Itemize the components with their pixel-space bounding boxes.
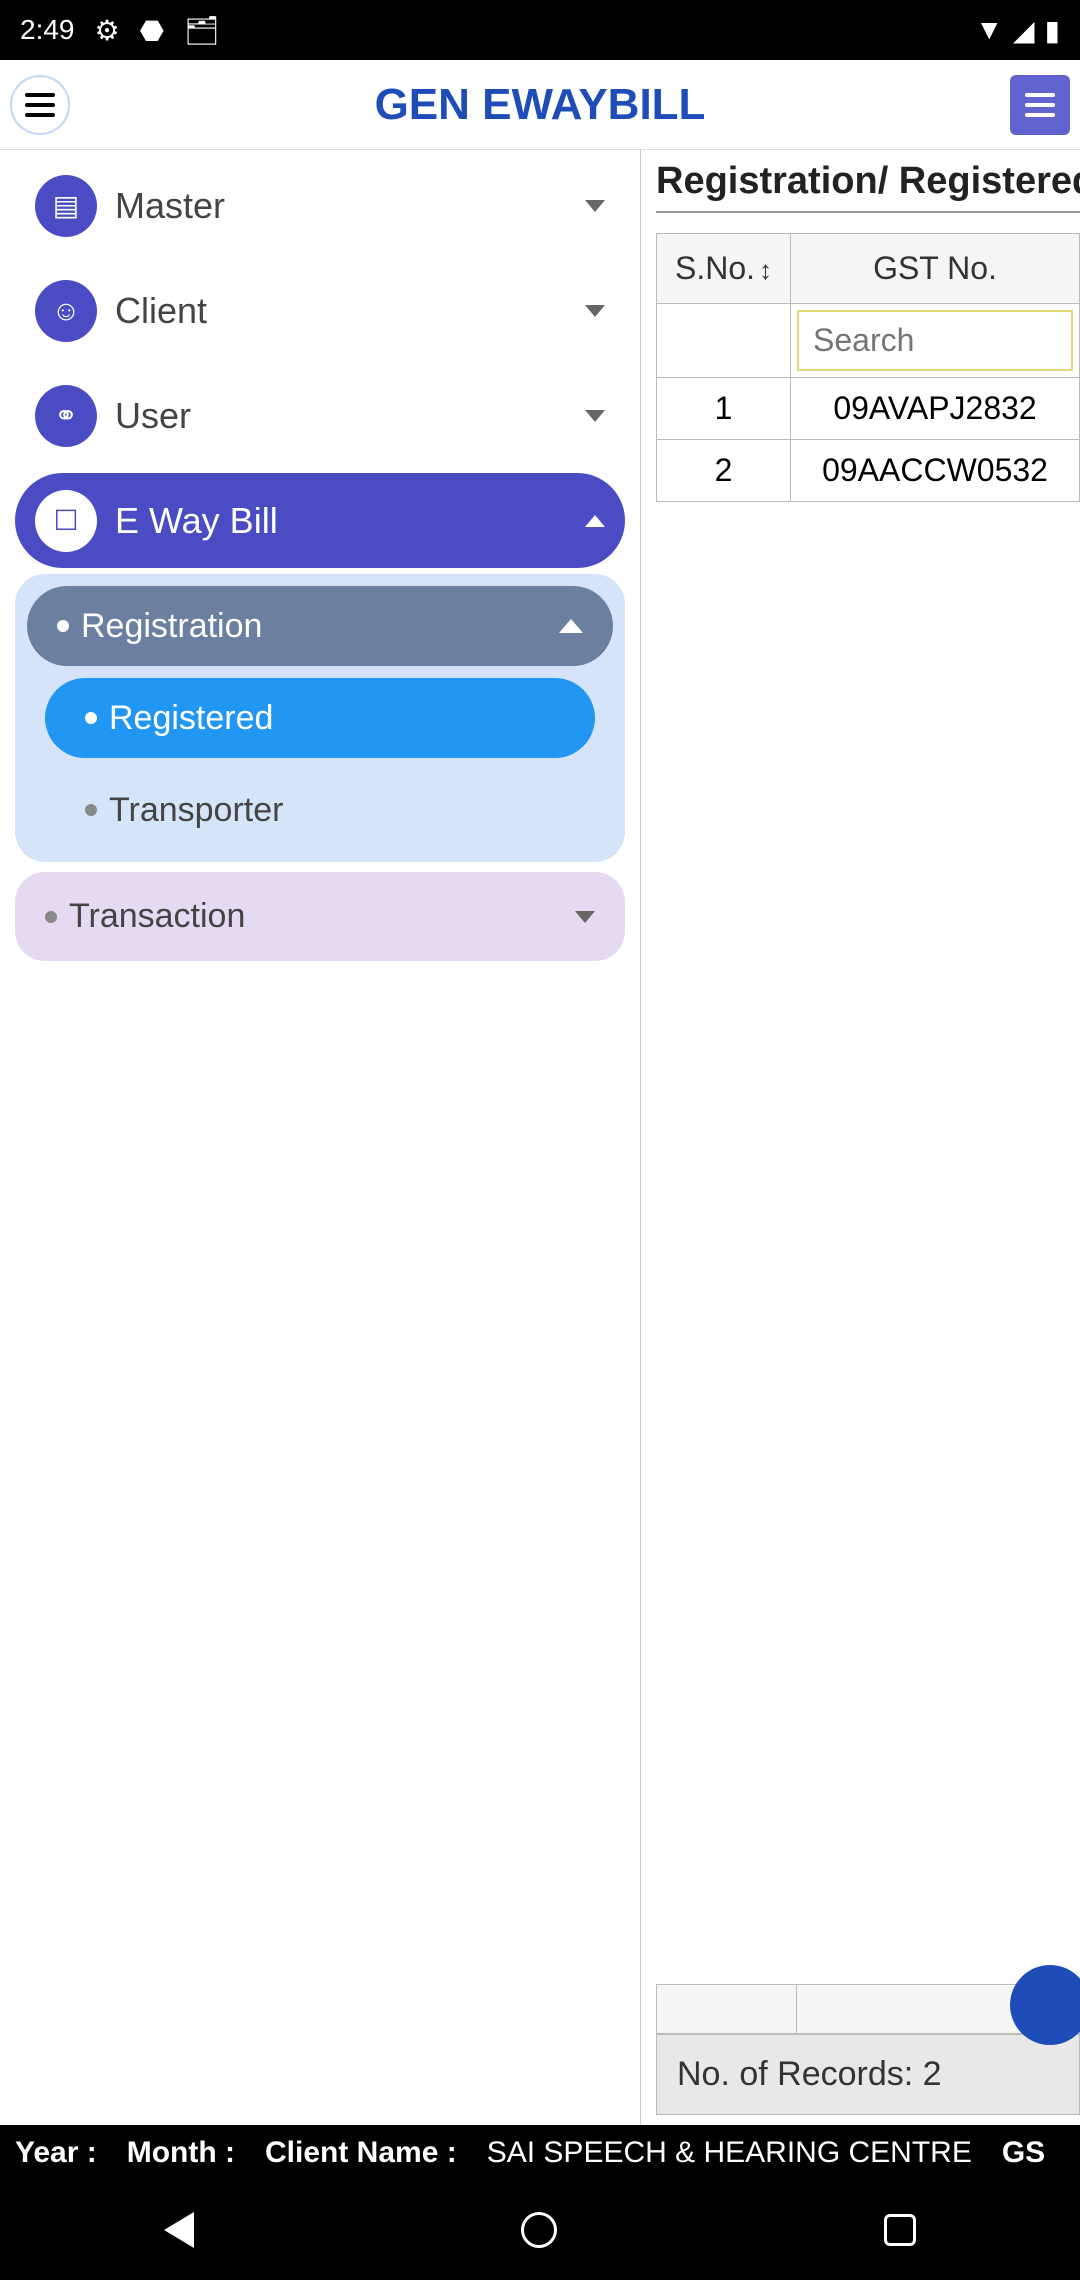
sidebar-item-client[interactable]: ☺ Client [15, 263, 625, 358]
column-header-sno[interactable]: S.No.↕ [657, 234, 791, 304]
sidebar-item-ewaybill[interactable]: ☐ E Way Bill [15, 473, 625, 568]
client-name-label: Client Name : [265, 2136, 457, 2170]
chevron-down-icon [585, 200, 605, 212]
battery-icon: ▮ [1045, 14, 1060, 47]
cell-sno: 2 [657, 440, 791, 502]
system-nav-bar [0, 2180, 1080, 2280]
bullet-icon [85, 804, 97, 816]
submenu-item-label: Registered [109, 699, 273, 738]
client-icon: ☺ [35, 280, 97, 342]
app-header: GEN EWAYBILL [0, 60, 1080, 150]
status-time: 2:49 [20, 14, 75, 46]
recents-button[interactable] [884, 2214, 916, 2246]
menu-right-button[interactable] [1010, 75, 1070, 135]
document-icon: ☐ [35, 490, 97, 552]
month-label: Month : [127, 2136, 235, 2170]
search-input[interactable] [797, 310, 1073, 371]
chevron-down-icon [575, 911, 595, 923]
cell-sno: 1 [657, 378, 791, 440]
chevron-down-icon [585, 410, 605, 422]
sidebar-item-label: Client [115, 290, 207, 332]
cell-gstno: 09AACCW0532 [791, 440, 1080, 502]
sidebar-item-user[interactable]: ⚭ User [15, 368, 625, 463]
submenu-transaction-label: Transaction [69, 897, 245, 936]
table-row[interactable]: 1 09AVAPJ2832 [657, 378, 1080, 440]
submenu-item-transporter[interactable]: Transporter [45, 770, 595, 850]
col-sno-label: S.No. [675, 250, 755, 286]
signal-icon: ◢ [1013, 14, 1035, 47]
data-table: S.No.↕ GST No. 1 09AVAPJ2832 2 09AACCW05… [656, 233, 1080, 502]
submenu-transaction[interactable]: Transaction [15, 872, 625, 961]
back-button[interactable] [164, 2212, 194, 2248]
sidebar: ▤ Master ☺ Client ⚭ User ☐ E Way Bill Re… [0, 150, 640, 2125]
submenu-header-label: Registration [81, 607, 262, 646]
sd-icon: 🗂 [184, 14, 220, 47]
menu-button[interactable] [10, 75, 70, 135]
sidebar-item-label: E Way Bill [115, 500, 278, 542]
wifi-icon: ▼ [975, 14, 1003, 46]
submenu-header-registration[interactable]: Registration [27, 586, 613, 666]
chevron-down-icon [585, 305, 605, 317]
chevron-up-icon [585, 515, 605, 527]
info-bar: Year : Month : Client Name : SAI SPEECH … [0, 2125, 1080, 2180]
master-icon: ▤ [35, 175, 97, 237]
submenu-registration: Registration Registered Transporter [15, 574, 625, 862]
bullet-icon [45, 911, 57, 923]
submenu-item-label: Transporter [109, 791, 283, 830]
search-cell-sno [657, 304, 791, 378]
column-header-gstno[interactable]: GST No. [791, 234, 1080, 304]
content-title: Registration/ Registered [656, 160, 1080, 213]
gst-label: GS [1002, 2136, 1045, 2170]
sidebar-item-master[interactable]: ▤ Master [15, 158, 625, 253]
bullet-icon [85, 712, 97, 724]
status-bar: 2:49 ⚙ ⬣ 🗂 ▼ ◢ ▮ [0, 0, 1080, 60]
year-label: Year : [15, 2136, 97, 2170]
cell-gstno: 09AVAPJ2832 [791, 378, 1080, 440]
chevron-up-icon [559, 619, 583, 633]
records-count: No. of Records: 2 [656, 2034, 1080, 2115]
table-row[interactable]: 2 09AACCW0532 [657, 440, 1080, 502]
settings-icon: ⚙ [95, 14, 120, 47]
bullet-icon [57, 620, 69, 632]
sort-icon: ↕ [759, 255, 772, 285]
fab-button[interactable] [1010, 1965, 1080, 2045]
client-name-value: SAI SPEECH & HEARING CENTRE [487, 2136, 972, 2170]
app-title: GEN EWAYBILL [70, 80, 1010, 130]
home-button[interactable] [521, 2212, 557, 2248]
content-panel: Registration/ Registered S.No.↕ GST No. … [640, 150, 1080, 2125]
sidebar-item-label: Master [115, 185, 225, 227]
shield-icon: ⬣ [140, 14, 164, 47]
search-cell-gstno [791, 304, 1080, 378]
user-icon: ⚭ [35, 385, 97, 447]
submenu-item-registered[interactable]: Registered [45, 678, 595, 758]
sidebar-item-label: User [115, 395, 191, 437]
